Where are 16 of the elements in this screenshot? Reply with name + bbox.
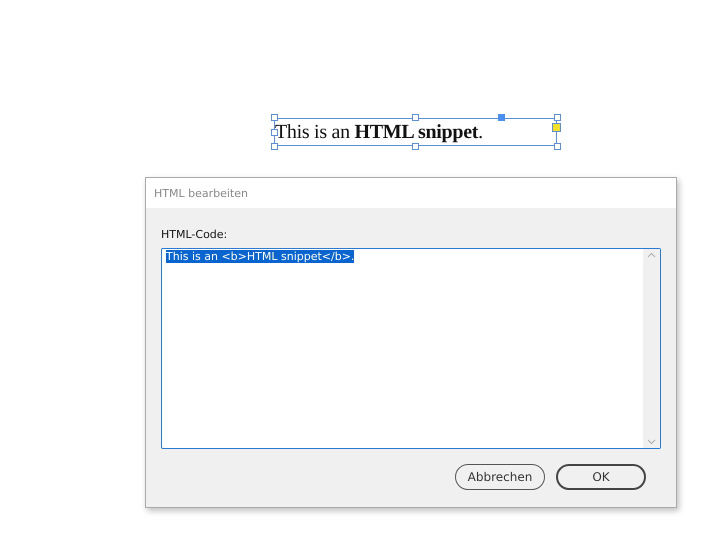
resize-handle[interactable] [271,114,278,121]
frame-text: This is an HTML snippet. [275,120,483,144]
scroll-up-icon[interactable] [647,252,656,258]
code-text: This is an <b>HTML snippet</b>. [166,250,354,263]
scroll-down-icon[interactable] [647,439,656,445]
code-field[interactable]: This is an <b>HTML snippet</b>. [161,248,661,449]
resize-handle[interactable] [412,114,419,121]
field-label: HTML-Code: [161,228,228,241]
dialog-title: HTML bearbeiten [146,178,676,208]
resize-handle[interactable] [554,114,561,121]
resize-handle[interactable] [554,143,561,150]
ok-button[interactable]: OK [556,464,646,490]
out-port-handle[interactable] [552,123,561,132]
resize-handle[interactable] [412,143,419,150]
cancel-button[interactable]: Abbrechen [455,464,545,490]
anchor-handle[interactable] [498,114,505,121]
